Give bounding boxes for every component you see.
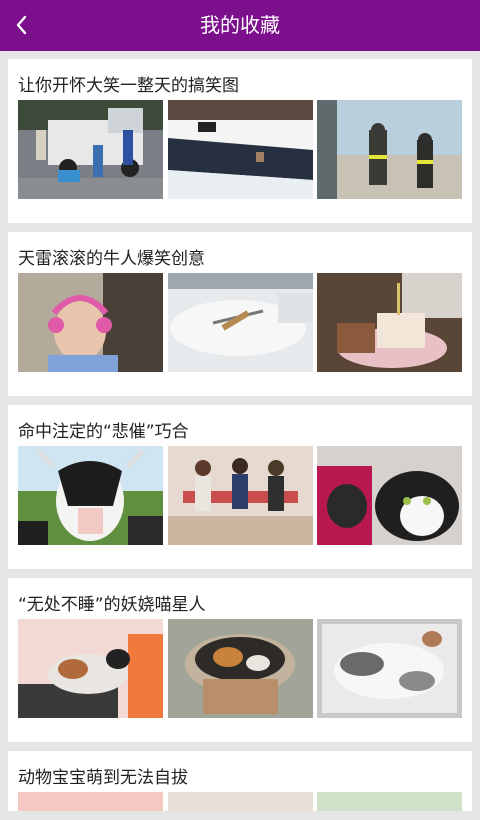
cat-in-pot-photo[interactable] <box>167 619 313 718</box>
three-men-bench-photo[interactable] <box>167 446 313 545</box>
cake-photo[interactable] <box>317 273 462 372</box>
card-title: “无处不睡”的妖娆喵星人 <box>18 595 206 615</box>
partial-thumbnail[interactable] <box>167 792 313 811</box>
thumbnail-row <box>18 100 462 199</box>
card-title: 动物宝宝萌到无法自拔 <box>18 768 188 788</box>
card-title: 让你开怀大笑一整天的搞笑图 <box>18 76 239 96</box>
favorite-card[interactable]: “无处不睡”的妖娆喵星人 <box>8 578 472 742</box>
favorite-card[interactable]: 天雷滚滚的牛人爆笑创意 <box>8 232 472 396</box>
thumbnail-row <box>18 446 462 545</box>
cat-on-ledge-photo[interactable] <box>18 619 163 718</box>
card-title: 命中注定的“悲催”巧合 <box>18 422 189 442</box>
truck-people-running-photo[interactable] <box>18 100 163 199</box>
snow-car-photo[interactable] <box>167 273 313 372</box>
favorites-list: 让你开怀大笑一整天的搞笑图 天雷滚滚的牛人爆笑创意 命中注定的“悲催”巧合 “无… <box>8 59 472 820</box>
thumbnail-row <box>18 619 462 718</box>
cat-sleeping-box-photo[interactable] <box>317 619 462 718</box>
card-title: 天雷滚滚的牛人爆笑创意 <box>18 249 205 269</box>
thumbnail-row <box>18 792 462 811</box>
page-title: 我的收藏 <box>200 13 280 37</box>
thumbnail-row <box>18 273 462 372</box>
firefighters-photo[interactable] <box>317 100 462 199</box>
cat-food-bag-photo[interactable] <box>317 446 462 545</box>
cow-photo[interactable] <box>18 446 163 545</box>
partial-thumbnail[interactable] <box>317 792 462 811</box>
favorite-card[interactable]: 命中注定的“悲催”巧合 <box>8 405 472 569</box>
header-bar: 我的收藏 <box>0 0 480 51</box>
favorite-card[interactable]: 让你开怀大笑一整天的搞笑图 <box>8 59 472 223</box>
girl-headphones-photo[interactable] <box>18 273 163 372</box>
frozen-river-photo[interactable] <box>167 100 313 199</box>
favorite-card[interactable]: 动物宝宝萌到无法自拔 <box>8 751 472 811</box>
partial-thumbnail[interactable] <box>18 792 163 811</box>
